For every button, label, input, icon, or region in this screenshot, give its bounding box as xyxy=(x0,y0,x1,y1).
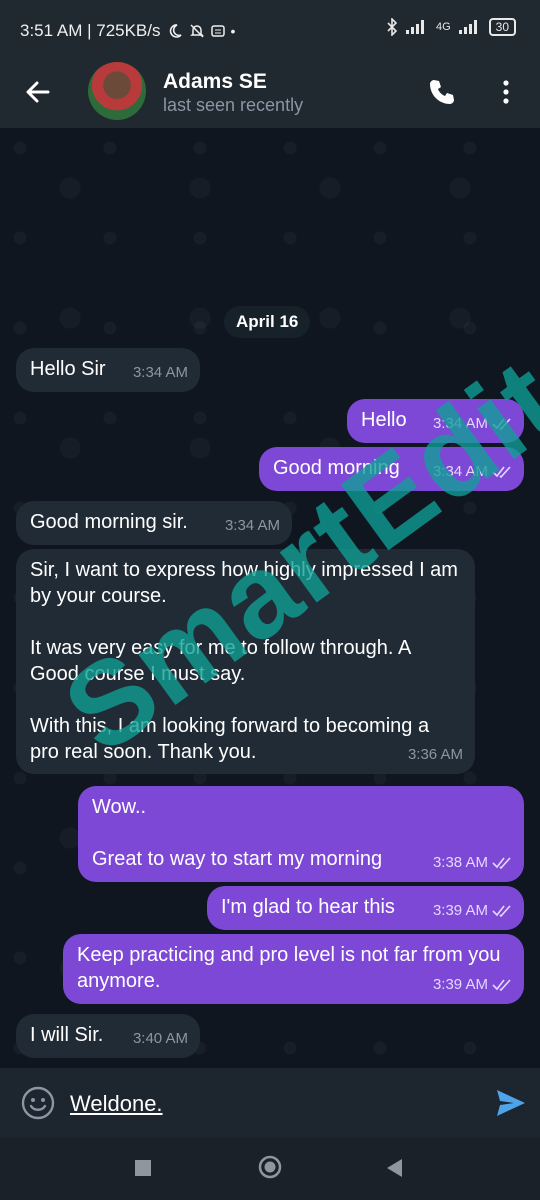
home-button[interactable] xyxy=(258,1155,282,1179)
message-text: Hello Sir xyxy=(30,358,106,380)
contact-name[interactable]: Adams SE xyxy=(163,70,267,94)
message-text: I will Sir. xyxy=(30,1024,104,1046)
message-text: Good morning sir. xyxy=(30,511,188,533)
status-bar: 3:51 AM | 725KB/s • 4G 30 xyxy=(0,0,540,60)
system-back-button[interactable] xyxy=(384,1157,404,1179)
message-outgoing[interactable]: Wow.. Great to way to start my morning 3… xyxy=(78,786,524,882)
read-receipt-icon xyxy=(492,979,511,991)
message-time: 3:34 AM xyxy=(132,364,188,381)
message-time: 3:38 AM xyxy=(432,854,488,871)
message-time: 3:39 AM xyxy=(432,902,488,919)
message-time: 3:36 AM xyxy=(407,746,463,763)
bell-off-icon xyxy=(189,24,204,38)
message-meta: 3:36 AM xyxy=(408,742,463,768)
bluetooth-icon xyxy=(387,18,398,36)
contact-status: last seen recently xyxy=(163,95,304,115)
phone-icon[interactable] xyxy=(426,76,458,108)
message-incoming[interactable]: I will Sir. 3:40 AM xyxy=(16,1014,200,1058)
message-incoming[interactable]: Hello Sir 3:34 AM xyxy=(16,348,200,392)
more-options-icon[interactable] xyxy=(496,76,516,108)
status-left: 3:51 AM | 725KB/s • xyxy=(20,21,235,41)
message-composer xyxy=(0,1068,540,1138)
network-type: 4G xyxy=(435,21,451,33)
message-meta: 3:34 AM xyxy=(133,360,188,386)
chat-header: Adams SE last seen recently xyxy=(0,60,540,128)
message-time: 3:40 AM xyxy=(132,1030,188,1047)
moon-icon xyxy=(169,24,182,38)
read-receipt-icon xyxy=(492,905,511,917)
read-receipt-icon xyxy=(492,857,511,869)
message-outgoing[interactable]: Keep practicing and pro level is not far… xyxy=(63,934,524,1004)
signal-icon xyxy=(405,20,424,34)
message-outgoing[interactable]: I'm glad to hear this 3:39 AM xyxy=(207,886,524,930)
message-meta: 3:39 AM xyxy=(433,898,512,924)
emoji-icon[interactable] xyxy=(20,1085,56,1121)
signal-icon-2 xyxy=(458,20,477,34)
status-time-speed: 3:51 AM | 725KB/s xyxy=(20,21,161,40)
battery-icon: 30 xyxy=(488,18,516,36)
message-meta: 3:39 AM xyxy=(433,972,512,998)
notification-icon xyxy=(210,25,225,37)
send-icon[interactable] xyxy=(494,1086,528,1120)
recent-apps-button[interactable] xyxy=(135,1160,151,1176)
system-nav-bar xyxy=(0,1138,540,1200)
message-time: 3:39 AM xyxy=(432,976,488,993)
date-separator: April 16 xyxy=(224,306,311,338)
status-dot-icon: • xyxy=(230,23,236,39)
back-arrow-icon[interactable] xyxy=(22,76,54,108)
avatar[interactable] xyxy=(88,62,146,120)
message-text: I'm glad to hear this xyxy=(221,896,395,918)
status-right: 4G 30 xyxy=(386,18,516,36)
message-meta: 3:38 AM xyxy=(433,850,512,876)
message-meta: 3:40 AM xyxy=(133,1026,188,1052)
message-input[interactable] xyxy=(68,1088,472,1120)
